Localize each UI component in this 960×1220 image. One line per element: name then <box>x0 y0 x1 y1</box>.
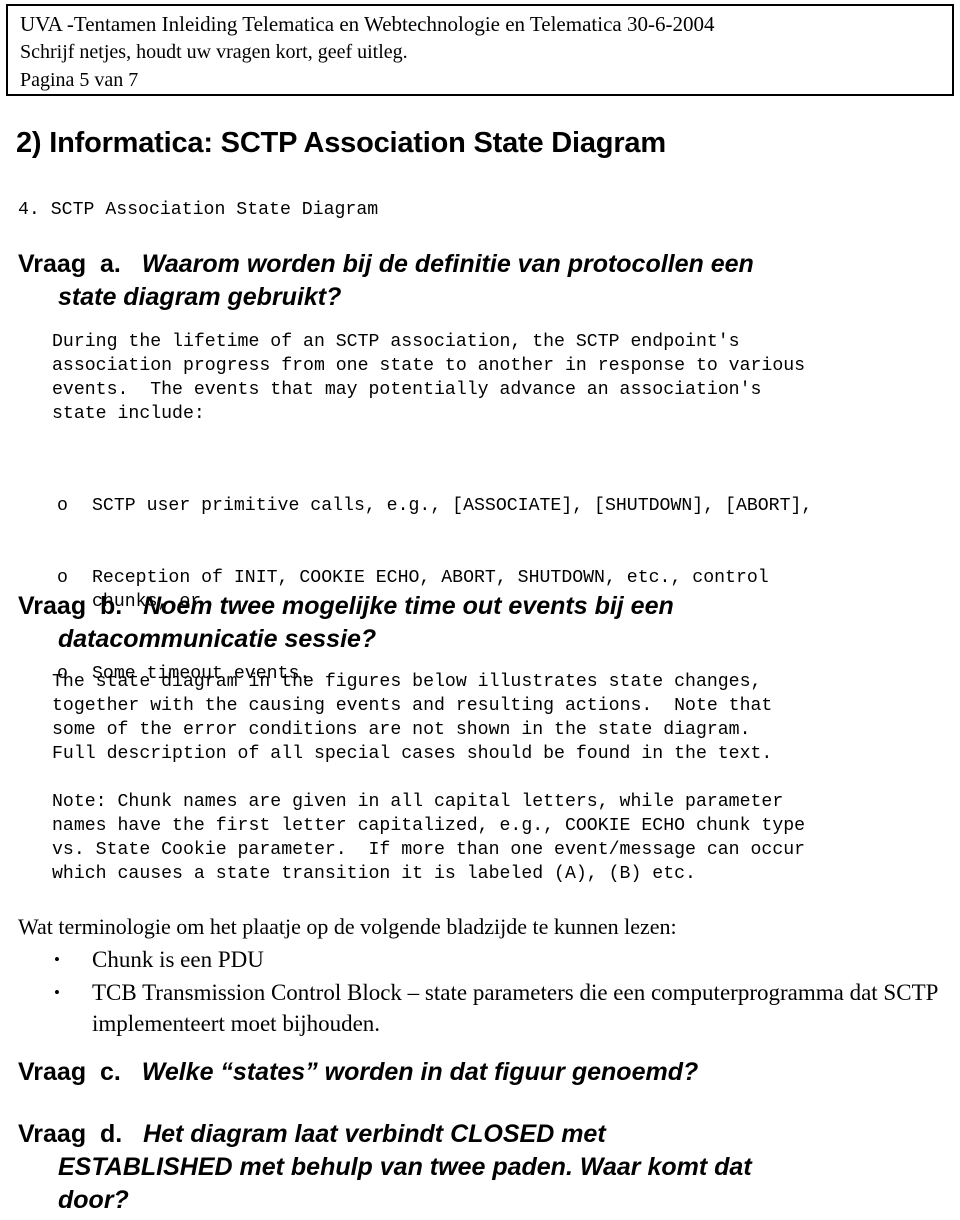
question-a: Vraag a. Waarom worden bij de definitie … <box>18 248 948 314</box>
paragraph-association-lifetime: During the lifetime of an SCTP associati… <box>52 332 806 424</box>
document-page: UVA -Tentamen Inleiding Telematica en We… <box>0 0 960 1220</box>
question-b: Vraag b. Noem twee mogelijke time out ev… <box>18 590 948 656</box>
question-b-text-line1: Noem twee mogelijke time out events bij … <box>143 592 674 620</box>
page-header-box: UVA -Tentamen Inleiding Telematica en We… <box>6 4 954 96</box>
header-exam-title: UVA -Tentamen Inleiding Telematica en We… <box>20 12 715 36</box>
page-title: 2) Informatica: SCTP Association State D… <box>16 127 666 159</box>
bullet-icon: • <box>54 950 60 969</box>
terminology-intro: Wat terminologie om het plaatje op de vo… <box>18 914 677 939</box>
question-a-text-line2: state diagram gebruikt? <box>58 283 342 311</box>
list-item-text: Chunk is een PDU <box>92 947 264 972</box>
list-item: • Chunk is een PDU <box>50 944 950 975</box>
list-item-text: TCB Transmission Control Block – state p… <box>92 980 938 1036</box>
list-marker-icon: o <box>57 568 68 588</box>
list-item: • TCB Transmission Control Block – state… <box>50 977 950 1039</box>
bullet-icon: • <box>54 983 60 1002</box>
paragraph-state-diagram-desc: The state diagram in the figures below i… <box>52 672 773 764</box>
question-a-label: Vraag a. <box>18 250 142 278</box>
question-d-text-line1: Het diagram laat verbindt CLOSED met <box>143 1120 606 1148</box>
question-c-label: Vraag c. <box>18 1058 142 1086</box>
paragraph-chunk-naming-note: Note: Chunk names are given in all capit… <box>52 792 806 884</box>
terminology-list: • Chunk is een PDU • TCB Transmission Co… <box>50 944 950 1041</box>
section-caption: 4. SCTP Association State Diagram <box>18 200 379 220</box>
list-marker-icon: o <box>57 496 68 516</box>
question-b-label: Vraag b. <box>18 592 144 620</box>
question-d-text-line2: ESTABLISHED met behulp van twee paden. W… <box>58 1153 752 1181</box>
header-instruction: Schrijf netjes, houdt uw vragen kort, ge… <box>20 41 408 63</box>
question-b-text-line2: datacommunicatie sessie? <box>58 625 377 653</box>
question-c-text-line1: Welke “states” worden in dat figuur geno… <box>141 1058 699 1086</box>
list-item: o SCTP user primitive calls, e.g., [ASSO… <box>57 494 812 518</box>
question-c: Vraag c. Welke “states” worden in dat fi… <box>18 1056 948 1089</box>
question-d-text-line3: door? <box>58 1186 129 1214</box>
question-d-label: Vraag d. <box>18 1120 144 1148</box>
list-item-text: SCTP user primitive calls, e.g., [ASSOCI… <box>92 496 813 516</box>
question-d: Vraag d. Het diagram laat verbindt CLOSE… <box>18 1118 948 1217</box>
header-page-number: Pagina 5 van 7 <box>20 69 139 91</box>
question-a-text-line1: Waarom worden bij de definitie van proto… <box>141 250 754 278</box>
